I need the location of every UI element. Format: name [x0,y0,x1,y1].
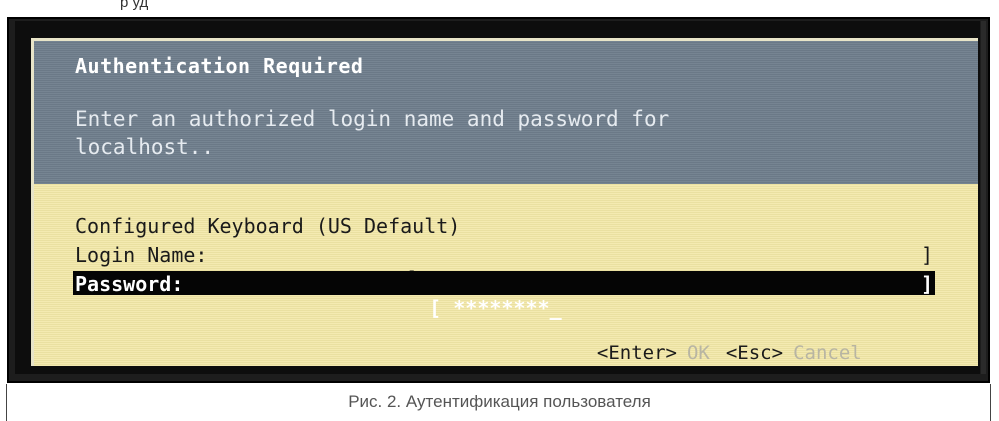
figure-caption: Рис. 2. Аутентификация пользователя [348,392,651,411]
dialog-title: Authentication Required [75,54,364,78]
password-row-selected[interactable]: Password: [ ********_ ] [73,271,935,320]
keyboard-layout-label: Configured Keyboard (US Default) [75,214,461,238]
dialog-message-line1: Enter an authorized login name and passw… [75,107,670,131]
password-close-bracket: ] [920,272,933,296]
ok-button-label: OK [686,342,710,364]
enter-key-label: <Enter> [596,342,677,364]
cancel-button-label: Cancel [793,342,862,364]
dialog-actions: <Enter> OK <Esc> Cancel [574,320,862,364]
password-label: Password: [75,272,184,296]
cancel-action[interactable]: <Esc> Cancel [726,342,862,364]
password-open-bracket: [ [429,296,442,320]
dialog-message: Enter an authorized login name and passw… [75,105,669,161]
top-text-fragment: р уд [120,0,149,11]
login-close-bracket: ] [920,243,933,267]
dialog-message-line2: localhost.. [75,135,215,159]
login-name-label: Login Name: [75,243,208,267]
ok-action[interactable]: <Enter> OK [597,342,710,364]
password-value[interactable]: ********_ [453,296,561,320]
esc-key-label: <Esc> [725,342,784,364]
frame-right-edge [981,21,986,374]
